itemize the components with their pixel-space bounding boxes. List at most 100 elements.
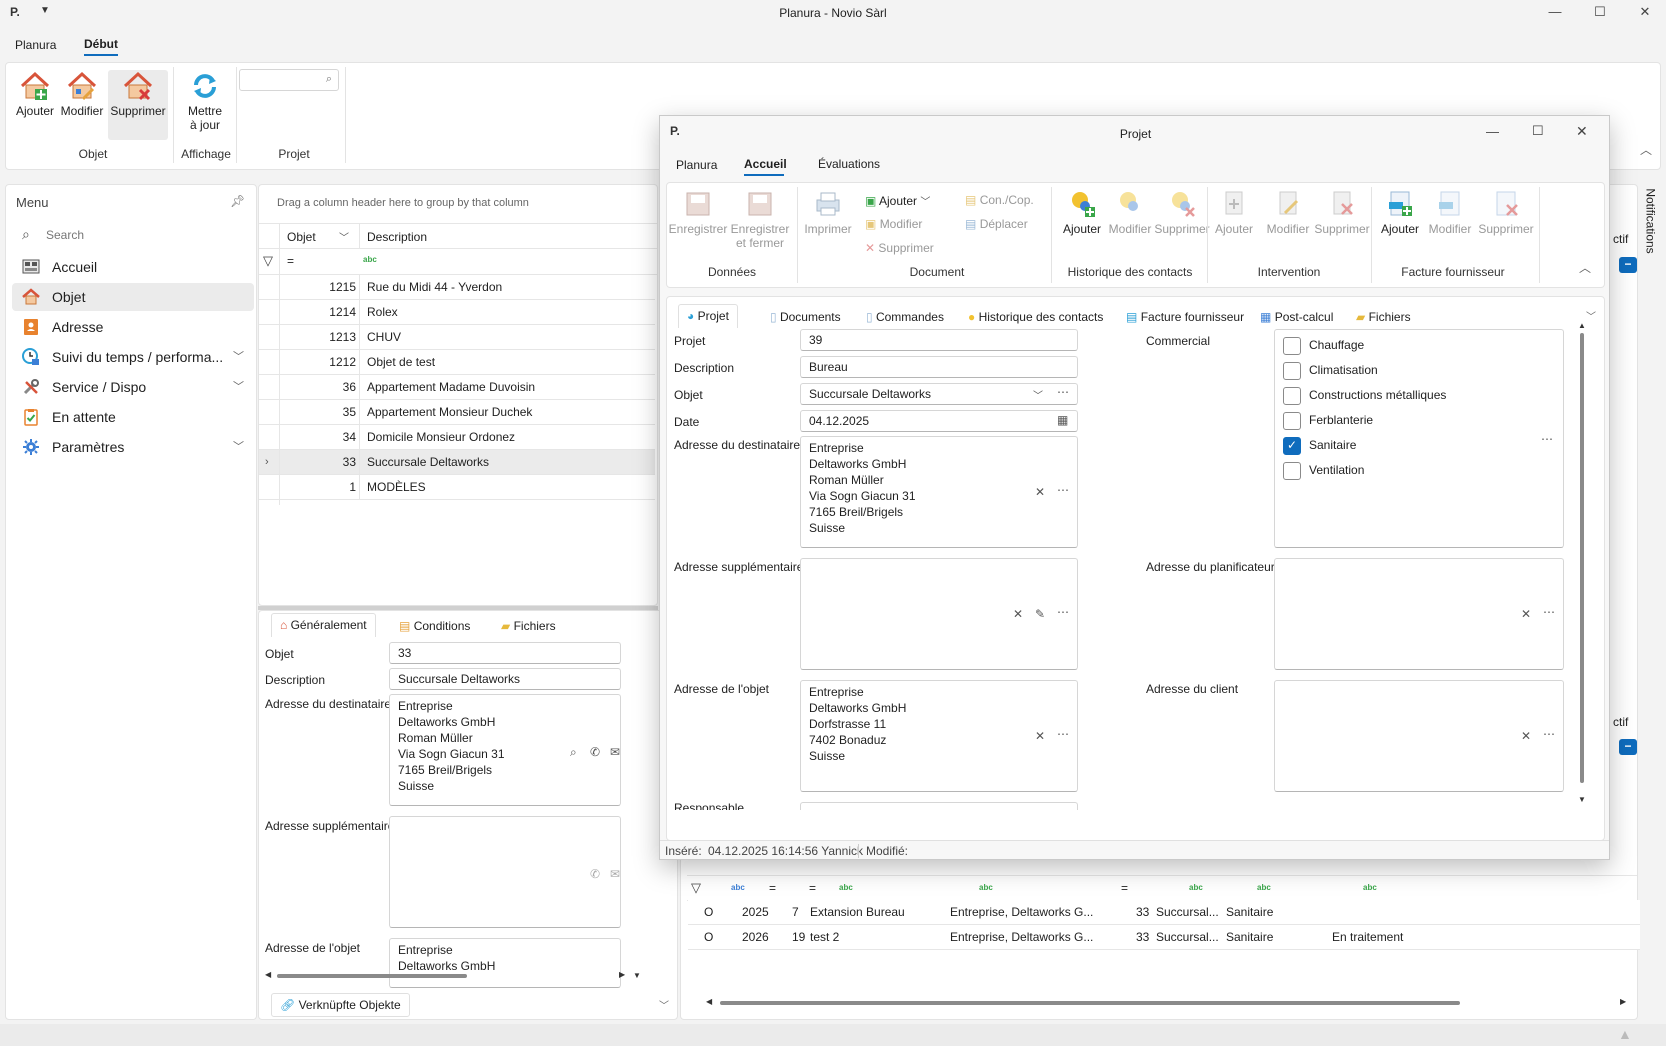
- con-cop-button[interactable]: ▤ Con./Cop.: [965, 193, 1034, 207]
- filter-icon[interactable]: ▽: [263, 253, 273, 269]
- maximize-button[interactable]: ☐: [1585, 4, 1615, 22]
- adresse-client-field[interactable]: ✕ ⋯: [1274, 680, 1564, 792]
- edit-icon[interactable]: ✎: [1035, 607, 1045, 621]
- scroll-up-icon[interactable]: ▲: [1578, 321, 1586, 330]
- clear-icon[interactable]: ✕: [1035, 729, 1045, 743]
- tab-debut[interactable]: Début: [84, 37, 118, 51]
- checkbox-sanitaire[interactable]: ✓: [1283, 437, 1301, 455]
- detail-vertical-scrollbar[interactable]: ▼: [633, 861, 641, 986]
- linked-objects-tab[interactable]: 🔗︎ Verknüpfte Objekte: [271, 993, 410, 1017]
- dialog-close-button[interactable]: ✕: [1576, 123, 1588, 140]
- sidebar-item-objet[interactable]: Objet: [12, 283, 254, 311]
- ribbon-mettre-a-jour-button[interactable]: Mettre à jour: [179, 71, 231, 132]
- detail-horizontal-scrollbar[interactable]: ◀ ▶: [265, 970, 629, 979]
- table-row[interactable]: 35 Appartement Monsieur Duchek: [259, 400, 655, 425]
- date-picker[interactable]: 04.12.2025 ▦: [800, 410, 1078, 432]
- chevron-down-icon[interactable]: ﹀: [233, 433, 244, 461]
- scrollbar-thumb[interactable]: [277, 974, 467, 978]
- table-row-selected[interactable]: › 33 Succursale Deltaworks: [259, 450, 655, 475]
- dialog-ribbon-collapse-icon[interactable]: ︿: [1579, 259, 1591, 276]
- detail-tab-conditions[interactable]: ▤ Conditions: [399, 615, 470, 637]
- chevron-down-icon[interactable]: ﹀: [1033, 387, 1043, 402]
- text-filter-icon[interactable]: abc: [979, 883, 993, 892]
- sidebar-item-adresse[interactable]: Adresse: [12, 313, 254, 341]
- chevron-down-icon[interactable]: ﹀: [1586, 308, 1596, 323]
- clear-icon[interactable]: ✕: [1035, 485, 1045, 499]
- adresse-supplementaire-field[interactable]: ✕ ✎ ⋯: [800, 558, 1078, 670]
- imprimer-button[interactable]: Imprimer: [797, 189, 859, 236]
- checkbox-ferblanterie[interactable]: [1283, 412, 1301, 430]
- subtab-projet[interactable]: ◕ Projet: [678, 304, 738, 328]
- table-row[interactable]: 1212 Objet de test: [259, 350, 655, 375]
- scroll-right-icon[interactable]: ▶: [619, 970, 625, 979]
- more-icon[interactable]: ⋯: [1541, 432, 1553, 446]
- sidebar-item-parametres[interactable]: Paramètres ﹀: [12, 433, 254, 461]
- scroll-down-icon[interactable]: ▼: [633, 971, 641, 980]
- description-field[interactable]: Succursale Deltaworks: [389, 668, 621, 690]
- checkbox-climatisation[interactable]: [1283, 362, 1301, 380]
- enregistrer-button[interactable]: Enregistrer: [667, 189, 729, 236]
- chevron-down-icon[interactable]: ﹀: [339, 229, 349, 244]
- clear-icon[interactable]: ✕: [1521, 607, 1531, 621]
- text-filter-icon[interactable]: abc: [1189, 883, 1203, 892]
- text-filter-icon[interactable]: abc: [839, 883, 853, 892]
- sidebar-item-accueil[interactable]: Accueil: [12, 253, 254, 281]
- adresse-objet-field[interactable]: Entreprise Deltaworks GmbH Dorfstrasse 1…: [800, 680, 1078, 792]
- scroll-left-icon[interactable]: ◀: [265, 970, 271, 979]
- text-filter-icon[interactable]: abc: [1257, 883, 1271, 892]
- int-modifier-button[interactable]: Modifier: [1257, 189, 1319, 236]
- description-field[interactable]: Bureau: [800, 356, 1078, 378]
- scroll-right-icon[interactable]: ▶: [1620, 997, 1626, 1006]
- subtab-documents[interactable]: ▯ Documents: [770, 306, 841, 328]
- column-header-objet[interactable]: Objet: [287, 230, 316, 244]
- subtab-fichiers[interactable]: ▰ Fichiers: [1356, 306, 1411, 328]
- close-button[interactable]: ✕: [1630, 4, 1660, 22]
- search-icon[interactable]: ⌕: [570, 745, 577, 760]
- phone-icon[interactable]: ✆: [590, 745, 600, 759]
- objet-select[interactable]: Succursale Deltaworks ﹀ ⋯: [800, 383, 1078, 405]
- filter-icon[interactable]: ▽: [691, 880, 701, 896]
- chevron-down-icon[interactable]: ﹀: [233, 373, 244, 401]
- more-icon[interactable]: ⋯: [1057, 605, 1069, 619]
- ribbon-modifier-button[interactable]: Modifier: [56, 71, 108, 118]
- filter-equals[interactable]: =: [287, 254, 294, 268]
- table-row[interactable]: 1214 Rolex: [259, 300, 655, 325]
- adresse-supplementaire-field[interactable]: ✆ ✉: [389, 816, 621, 928]
- dialog-vertical-scrollbar[interactable]: ▲ ▼: [1578, 321, 1586, 807]
- ribbon-collapse-icon[interactable]: ︿: [1640, 141, 1652, 158]
- projet-field[interactable]: 39: [800, 329, 1078, 351]
- sidebar-search-input[interactable]: ⌕ Search: [14, 223, 250, 247]
- text-filter-icon[interactable]: abc: [731, 883, 745, 892]
- toggle-minus-icon[interactable]: −: [1619, 257, 1637, 273]
- int-ajouter-button[interactable]: Ajouter: [1203, 189, 1265, 236]
- detail-tab-general[interactable]: ⌂ Généralement: [271, 613, 376, 637]
- adresse-destinataire-field[interactable]: Entreprise Deltaworks GmbH Roman Müller …: [389, 694, 621, 806]
- adresse-destinataire-field[interactable]: Entreprise Deltaworks GmbH Roman Müller …: [800, 436, 1078, 548]
- adresse-objet-field[interactable]: Entreprise Deltaworks GmbH: [389, 938, 621, 988]
- toggle-minus-icon[interactable]: −: [1619, 739, 1637, 755]
- sidebar-item-en-attente[interactable]: En attente: [12, 403, 254, 431]
- table-row[interactable]: 34 Domicile Monsieur Ordonez: [259, 425, 655, 450]
- filter-equals[interactable]: =: [809, 881, 816, 895]
- mail-icon[interactable]: ✉: [610, 745, 620, 759]
- table-row[interactable]: 1213 CHUV: [259, 325, 655, 350]
- subtab-historique[interactable]: ● Historique des contacts: [968, 306, 1103, 328]
- enregistrer-fermer-button[interactable]: Enregistrer et fermer: [729, 189, 791, 250]
- clear-icon[interactable]: ✕: [1521, 729, 1531, 743]
- responsable-field[interactable]: [800, 802, 1078, 810]
- sidebar-item-suivi-du-temps[interactable]: Suivi du temps / performa... ﹀: [12, 343, 254, 371]
- sidebar-item-service-dispo[interactable]: Service / Dispo ﹀: [12, 373, 254, 401]
- subtab-facture[interactable]: ▤ Facture fournisseur: [1126, 306, 1244, 328]
- notifications-tab[interactable]: Notifications: [1640, 188, 1660, 258]
- more-icon[interactable]: ⋯: [1057, 385, 1069, 399]
- table-row[interactable]: 36 Appartement Madame Duvoisin: [259, 375, 655, 400]
- ff-supprimer-button[interactable]: Supprimer: [1475, 189, 1537, 236]
- checkbox-ventilation[interactable]: [1283, 462, 1301, 480]
- ribbon-supprimer-button[interactable]: Supprimer: [110, 71, 166, 118]
- more-icon[interactable]: ⋯: [1057, 727, 1069, 741]
- doc-ajouter-button[interactable]: ▣ Ajouter ﹀: [865, 193, 930, 208]
- text-filter-icon[interactable]: abc: [1363, 883, 1377, 892]
- table-row[interactable]: O 2025 7 Extansion Bureau Entreprise, De…: [688, 900, 1640, 925]
- int-supprimer-button[interactable]: Supprimer: [1311, 189, 1373, 236]
- filter-equals[interactable]: =: [1121, 881, 1128, 895]
